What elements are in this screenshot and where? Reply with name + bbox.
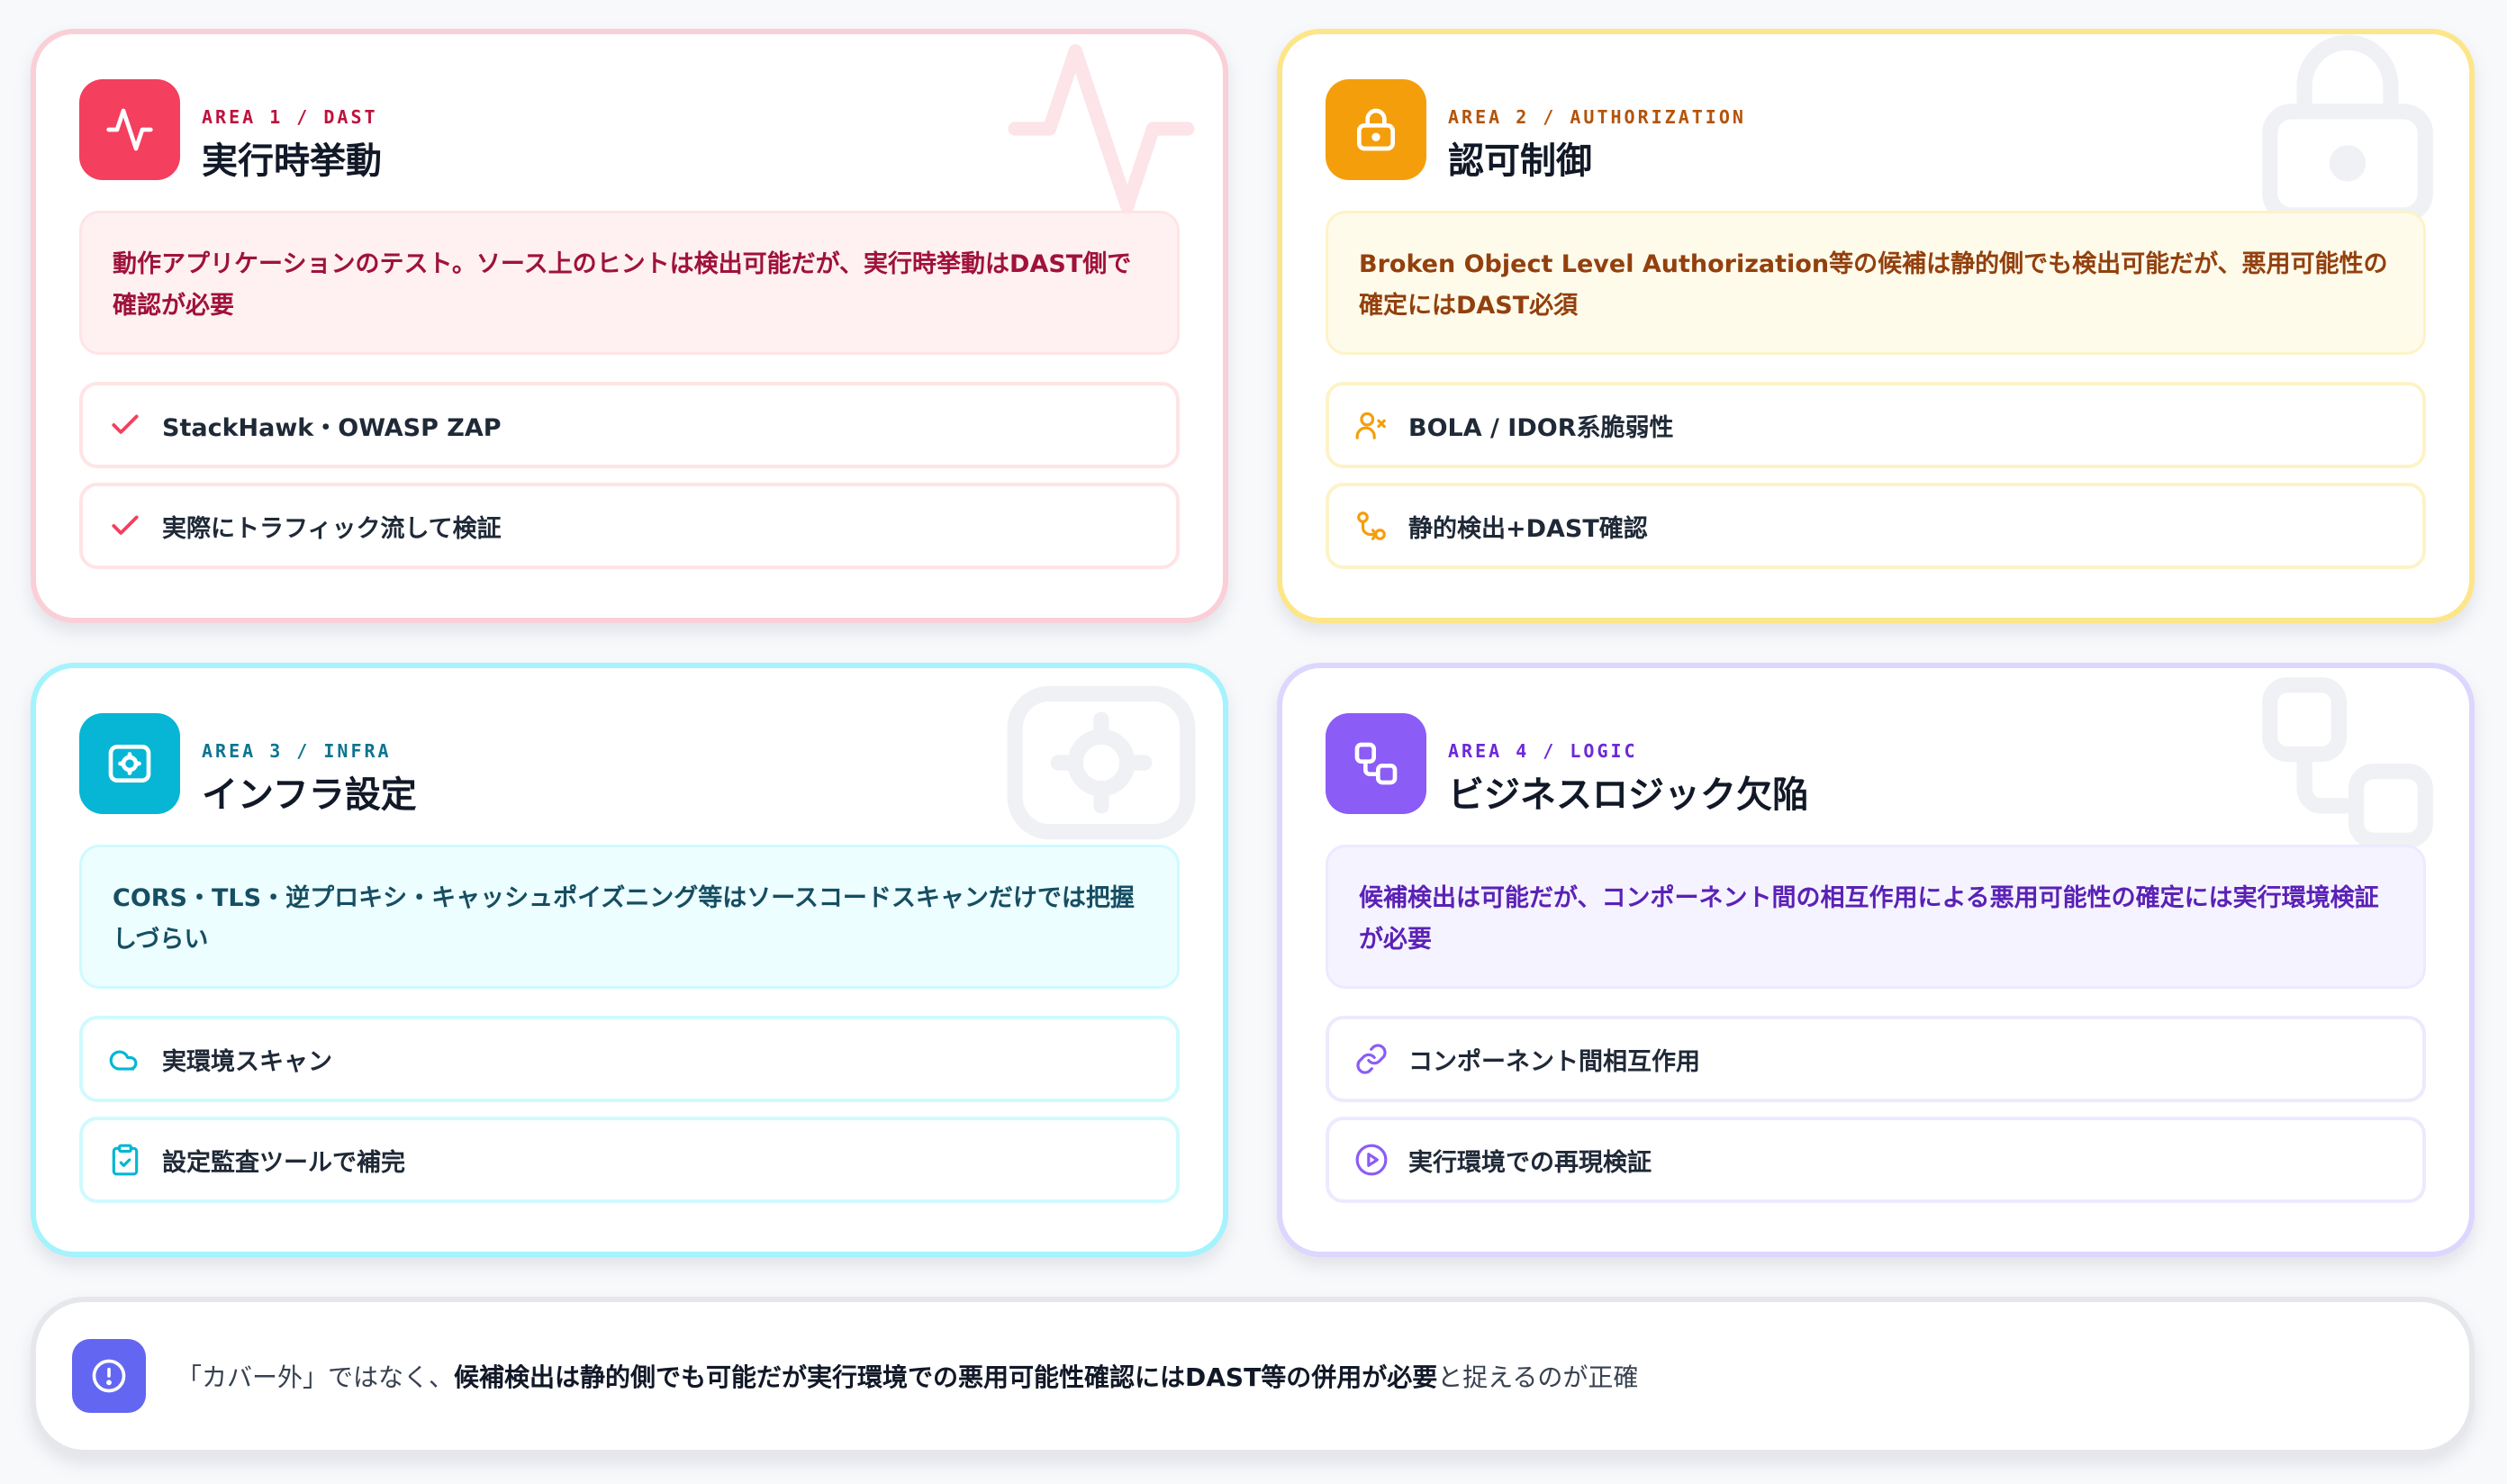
card-title: ビジネスロジック欠陥 — [1448, 774, 1808, 816]
note-text: 「カバー外」ではなく、候補検出は静的側でも可能だが実行環境での悪用可能性確認には… — [176, 1358, 1638, 1394]
card-description: 候補検出は可能だが、コンポーネント間の相互作用による悪用可能性の確定には実行環境… — [1326, 845, 2426, 989]
list-item: 実行環境での再現検証 — [1326, 1117, 2426, 1203]
check-icon — [112, 414, 139, 434]
play-circle-icon — [1355, 1144, 1388, 1176]
card-title: 認可制御 — [1448, 140, 1592, 182]
list-item-label: BOLA / IDOR系脆弱性 — [1408, 413, 1674, 442]
note-prefix: 「カバー外」ではなく、 — [176, 1362, 455, 1392]
card-title: インフラ設定 — [202, 774, 417, 816]
summary-note: 「カバー外」ではなく、候補検出は静的側でも可能だが実行環境での悪用可能性確認には… — [31, 1297, 2475, 1455]
list-item-label: 実環境スキャン — [162, 1047, 332, 1076]
clipboard-check-icon — [112, 1144, 139, 1176]
card-icon-box — [1326, 79, 1426, 180]
card-icon-box — [79, 713, 180, 814]
card-title: 実行時挙動 — [202, 140, 382, 182]
list-item: 実際にトラフィック流して検証 — [79, 483, 1180, 569]
list-item-label: 設定監査ツールで補完 — [162, 1148, 405, 1177]
list-item-label: 実際にトラフィック流して検証 — [162, 514, 502, 543]
area-card-logic: AREA 4 / LOGIC ビジネスロジック欠陥 候補検出は可能だが、コンポー… — [1277, 663, 2475, 1257]
card-icon-box — [1326, 713, 1426, 814]
list-item-label: 静的検出+DAST確認 — [1408, 514, 1648, 543]
area-card-authorization: AREA 2 / AUTHORIZATION 認可制御 Broken Objec… — [1277, 29, 2475, 623]
area-label: AREA 1 / DAST — [202, 106, 378, 128]
workflow-icon — [1354, 742, 1398, 785]
list-item-label: StackHawk・OWASP ZAP — [162, 413, 502, 442]
card-description: 動作アプリケーションのテスト。ソース上のヒントは検出可能だが、実行時挙動はDAS… — [79, 211, 1180, 355]
area-card-infra: AREA 3 / INFRA インフラ設定 CORS・TLS・逆プロキシ・キャッ… — [31, 663, 1228, 1257]
area-label: AREA 2 / AUTHORIZATION — [1448, 106, 1746, 128]
area-card-dast: AREA 1 / DAST 実行時挙動 動作アプリケーションのテスト。ソース上の… — [31, 29, 1228, 623]
list-item: コンポーネント間相互作用 — [1326, 1016, 2426, 1102]
area-label: AREA 4 / LOGIC — [1448, 740, 1638, 762]
card-description: Broken Object Level Authorization等の候補は静的… — [1326, 211, 2426, 355]
note-suffix: と捉えるのが正確 — [1437, 1362, 1639, 1392]
gear-icon — [1007, 685, 1196, 840]
list-item: StackHawk・OWASP ZAP — [79, 382, 1180, 468]
list-item: 設定監査ツールで補完 — [79, 1117, 1180, 1203]
list-item: BOLA / IDOR系脆弱性 — [1326, 382, 2426, 468]
note-icon-box — [72, 1339, 146, 1413]
cloud-icon — [109, 1050, 138, 1071]
link-icon — [1356, 1044, 1387, 1074]
note-emphasis: 候補検出は静的側でも可能だが実行環境での悪用可能性確認にはDAST等の併用が必要 — [454, 1362, 1438, 1392]
list-item: 静的検出+DAST確認 — [1326, 483, 2426, 569]
area-label: AREA 3 / INFRA — [202, 740, 392, 762]
list-item-label: コンポーネント間相互作用 — [1408, 1047, 1700, 1076]
check-icon — [112, 515, 139, 535]
git-compare-icon — [1357, 511, 1386, 540]
list-item: 実環境スキャン — [79, 1016, 1180, 1102]
lock-icon — [2262, 34, 2433, 223]
lock-icon — [1357, 108, 1395, 151]
activity-icon — [106, 108, 153, 151]
list-item-label: 実行環境での再現検証 — [1408, 1148, 1652, 1177]
user-x-icon — [1355, 412, 1386, 439]
workflow-icon — [2262, 677, 2433, 848]
card-description: CORS・TLS・逆プロキシ・キャッシュポイズニング等はソースコードスキャンだけ… — [79, 845, 1180, 989]
card-icon-box — [79, 79, 180, 180]
server-cog-icon — [108, 745, 151, 783]
activity-icon — [1008, 44, 1195, 213]
alert-circle-icon — [92, 1359, 126, 1393]
